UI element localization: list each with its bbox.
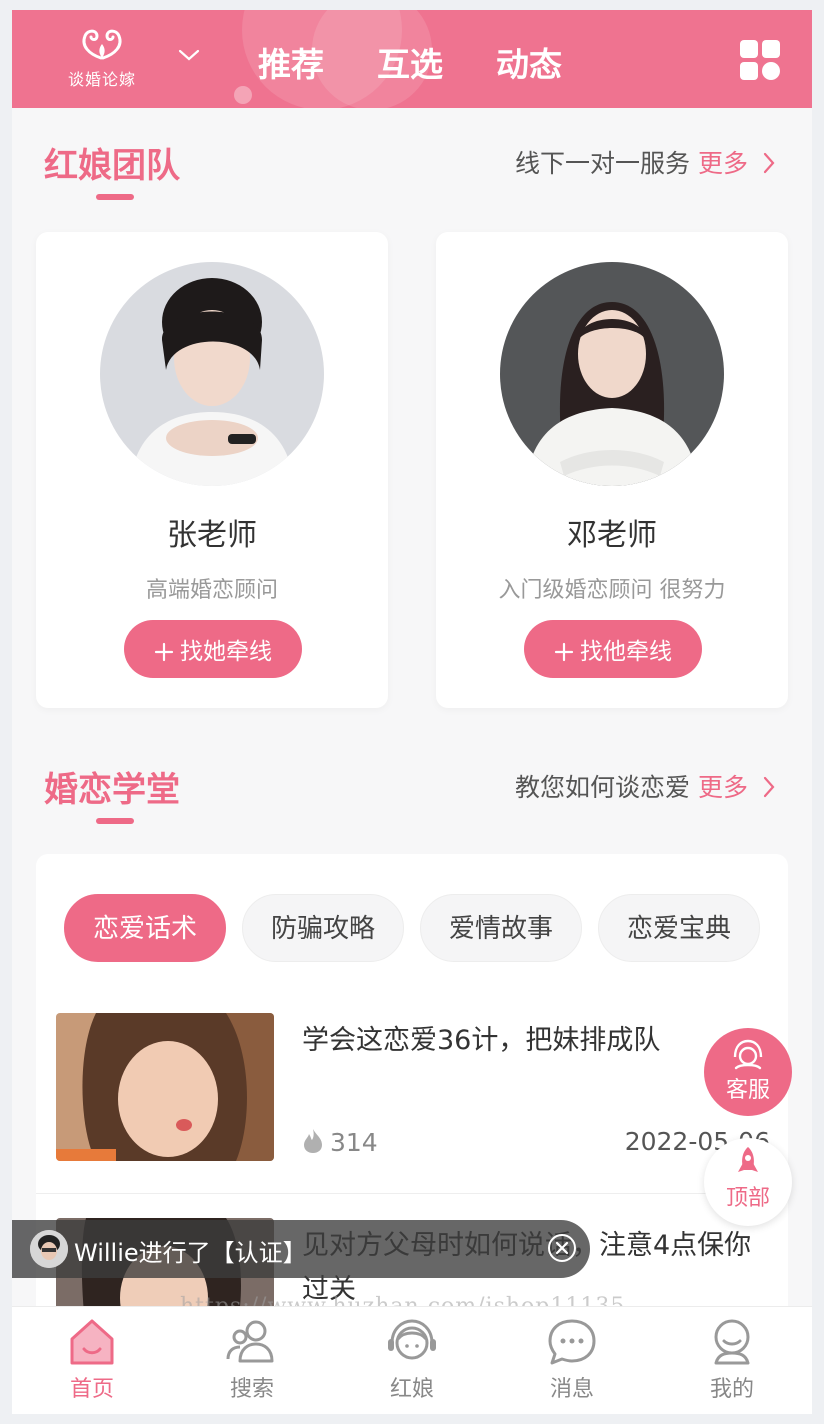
more-label[interactable]: 更多 — [698, 773, 748, 802]
chat-bubble-icon — [548, 1319, 596, 1365]
matchmaker-name: 邓老师 — [567, 518, 657, 553]
app-frame: 谈婚论嫁 推荐 互选 动态 红娘团队 线下一对一服务 更多 张老师 高端婚恋顾问… — [12, 10, 812, 1414]
article-views: 314 — [302, 1127, 378, 1157]
matchmaker-desc: 高端婚恋顾问 — [145, 578, 278, 603]
tab-recommend[interactable]: 推荐 — [258, 38, 324, 86]
school-section-title: 婚恋学堂 — [44, 770, 180, 810]
matchmaker-desc: 入门级婚恋顾问 很努力 — [498, 578, 726, 603]
matchmaker-more-link[interactable]: 线下一对一服务 更多 — [515, 144, 776, 180]
contact-matchmaker-button[interactable]: 找她牵线 — [124, 620, 302, 678]
tab-label: 消息 — [549, 1377, 594, 1402]
back-to-top-label: 顶部 — [725, 1186, 770, 1211]
matchmaker-subtitle: 线下一对一服务 — [515, 149, 691, 178]
home-icon — [70, 1319, 114, 1365]
contact-matchmaker-button[interactable]: 找他牵线 — [524, 620, 702, 678]
section-underline — [96, 818, 134, 824]
button-label: 找他牵线 — [580, 639, 672, 665]
matchmaker-name: 张老师 — [167, 518, 257, 553]
tab-mutual-select[interactable]: 互选 — [377, 38, 443, 86]
article-thumbnail — [56, 1013, 274, 1161]
customer-service-label: 客服 — [725, 1078, 770, 1103]
headset-icon — [733, 1039, 763, 1070]
divider — [36, 1193, 788, 1194]
section-underline — [96, 194, 134, 200]
apps-grid-icon[interactable] — [740, 40, 780, 80]
matchmaker-icon — [388, 1319, 436, 1360]
tab-label: 红娘 — [389, 1377, 434, 1402]
matchmaker-card[interactable]: 邓老师 入门级婚恋顾问 很努力 找他牵线 — [436, 232, 788, 708]
flame-icon — [304, 1129, 322, 1153]
chevron-right-icon — [763, 152, 775, 174]
logo-text: 谈婚论嫁 — [67, 70, 136, 89]
activity-toast: Willie进行了【认证】 — [12, 1220, 590, 1278]
chip-love-talk[interactable]: 恋爱话术 — [64, 894, 226, 962]
plus-icon — [154, 642, 174, 662]
user-profile-icon — [714, 1319, 750, 1365]
matchmaker-avatar — [100, 262, 324, 486]
school-subtitle: 教您如何谈恋爱 — [515, 773, 691, 802]
close-icon[interactable] — [548, 1234, 576, 1262]
plus-icon — [554, 642, 574, 662]
matchmaker-section-title: 红娘团队 — [44, 146, 180, 186]
chip-love-guide[interactable]: 恋爱宝典 — [598, 894, 760, 962]
users-icon — [226, 1320, 274, 1363]
avatar — [30, 1230, 68, 1268]
back-to-top-button[interactable]: 顶部 — [704, 1138, 792, 1226]
tab-search[interactable]: 搜索 — [172, 1307, 332, 1414]
school-more-link[interactable]: 教您如何谈恋爱 更多 — [515, 768, 776, 804]
article-title: 学会这恋爱36计，把妹排成队 — [302, 1025, 661, 1056]
top-header: 谈婚论嫁 推荐 互选 动态 — [12, 10, 812, 108]
toast-text: Willie进行了【认证】 — [74, 1239, 307, 1267]
chip-love-story[interactable]: 爱情故事 — [420, 894, 582, 962]
bottom-tabbar: 首页 搜索 红娘 消息 我的 — [12, 1306, 812, 1414]
tab-label: 首页 — [69, 1377, 114, 1402]
app-logo[interactable]: 谈婚论嫁 — [62, 24, 142, 94]
views-count: 314 — [330, 1128, 378, 1157]
article-item[interactable]: 学会这恋爱36计，把妹排成队 314 2022-05-06 — [36, 1013, 788, 1194]
tab-moments[interactable]: 动态 — [496, 38, 562, 86]
chevron-down-icon[interactable] — [178, 48, 200, 62]
tab-label: 我的 — [709, 1377, 754, 1402]
more-label[interactable]: 更多 — [698, 149, 748, 178]
tab-label: 搜索 — [229, 1377, 274, 1402]
chip-anti-fraud[interactable]: 防骗攻略 — [242, 894, 404, 962]
swan-logo-icon — [82, 29, 122, 60]
button-label: 找她牵线 — [180, 639, 272, 665]
tab-mine[interactable]: 我的 — [652, 1307, 812, 1414]
chevron-right-icon — [763, 776, 775, 798]
rocket-icon — [738, 1147, 758, 1172]
matchmaker-avatar — [500, 262, 724, 486]
tab-messages[interactable]: 消息 — [492, 1307, 652, 1414]
customer-service-button[interactable]: 客服 — [704, 1028, 792, 1116]
tab-home[interactable]: 首页 — [12, 1307, 172, 1414]
tab-matchmaker[interactable]: 红娘 — [332, 1307, 492, 1414]
matchmaker-card[interactable]: 张老师 高端婚恋顾问 找她牵线 — [36, 232, 388, 708]
